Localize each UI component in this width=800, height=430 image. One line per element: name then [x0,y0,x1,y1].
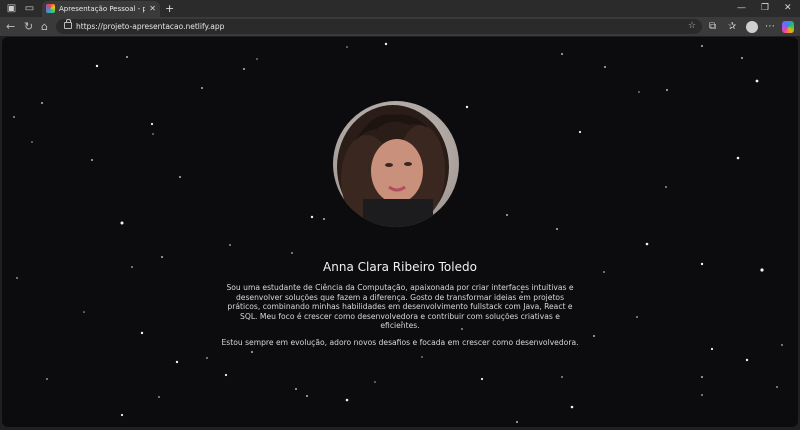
star-dot [251,351,253,353]
star-dot [593,335,595,337]
tab-bar: ▣ ▭ Apresentação Pessoal - projeto fi ✕ … [0,0,800,17]
back-icon[interactable]: ← [6,20,15,33]
star-dot [776,386,778,388]
star-dot [570,405,574,409]
copilot-icon[interactable] [782,21,794,33]
tab-close-icon[interactable]: ✕ [149,3,156,15]
star-dot [152,133,154,135]
tab-actions-icon[interactable]: ▭ [24,3,35,14]
profile-photo [333,101,459,227]
starfield-background [13,42,783,423]
star-dot [665,186,667,188]
minimize-button[interactable]: — [737,2,746,15]
star-dot [561,53,563,55]
close-window-button[interactable]: ✕ [784,2,792,15]
star-dot [700,262,704,266]
star-dot [638,91,640,93]
star-dot [306,395,308,397]
star-dot [201,87,203,89]
star-dot [701,45,703,47]
star-dot [120,413,124,417]
star-dot [374,381,376,383]
star-dot [701,394,703,396]
page-viewport: Anna Clara Ribeiro Toledo Sou uma estuda… [2,37,798,427]
site-favicon-icon [46,4,55,13]
more-menu-icon[interactable]: ⋯ [765,20,775,33]
star-dot [46,378,48,380]
star-dot [295,388,297,390]
star-dot [91,159,93,161]
star-dot [506,214,508,216]
star-dot [480,377,484,381]
star-dot [345,398,349,402]
star-dot [603,271,605,273]
star-dot [578,130,582,134]
star-dot [745,358,749,362]
star-dot [131,266,133,268]
star-dot [13,116,15,118]
bio-paragraph-secondary: Estou sempre em evolução, adoro novos de… [221,338,579,347]
star-dot [741,57,743,59]
star-dot [150,122,154,126]
profile-avatar-icon[interactable] [746,21,758,33]
star-dot [16,277,18,279]
star-dot [120,221,124,225]
star-dot [465,105,469,109]
star-dot [561,376,563,378]
star-dot [95,64,99,68]
restore-button[interactable]: ❐ [761,2,769,15]
star-dot [291,252,293,254]
star-dot [516,421,518,423]
star-dot [645,242,649,246]
star-dot [31,141,33,143]
star-dot [384,42,388,46]
star-dot [140,331,144,335]
star-dot [346,46,348,48]
star-dot [83,311,85,313]
star-dot [755,79,759,83]
url-text: https://projeto-apresentacao.netlify.app [76,22,225,31]
star-dot [556,228,558,230]
star-dot [224,373,228,377]
star-dot [781,344,783,346]
workspaces-icon[interactable]: ▣ [6,3,17,14]
profile-name: Anna Clara Ribeiro Toledo [323,260,477,274]
star-dot [161,256,163,258]
star-dot [666,89,668,91]
reload-icon[interactable]: ↻ [24,20,33,33]
favorite-star-icon[interactable]: ☆ [688,20,696,33]
star-dot [701,376,703,378]
star-dot [310,215,314,219]
new-tab-button[interactable]: + [165,2,174,15]
star-dot [736,156,740,160]
star-dot [158,396,160,398]
star-dot [229,244,231,246]
home-icon[interactable]: ⌂ [41,20,48,33]
star-dot [179,176,181,178]
tab-title: Apresentação Pessoal - projeto fi [59,5,145,13]
star-dot [41,102,43,104]
star-dot [175,360,179,364]
star-dot [206,357,208,359]
browser-toolbar: ← ↻ ⌂ https://projeto-apresentacao.netli… [0,17,800,36]
star-dot [421,356,423,358]
favorites-icon[interactable]: ✰ [728,20,736,33]
star-dot [256,58,258,60]
star-dot [126,56,128,58]
star-dot [243,68,245,70]
star-dot [323,218,325,220]
star-dot [604,66,606,68]
lock-icon [64,19,72,29]
active-tab[interactable]: Apresentação Pessoal - projeto fi ✕ [42,1,160,17]
bio-paragraph: Sou uma estudante de Ciência da Computaç… [226,283,574,331]
star-dot [710,347,714,351]
star-dot [636,316,638,318]
extensions-icon[interactable]: ⧉ [709,20,716,33]
star-dot [760,268,764,272]
address-bar[interactable]: https://projeto-apresentacao.netlify.app… [56,19,702,34]
